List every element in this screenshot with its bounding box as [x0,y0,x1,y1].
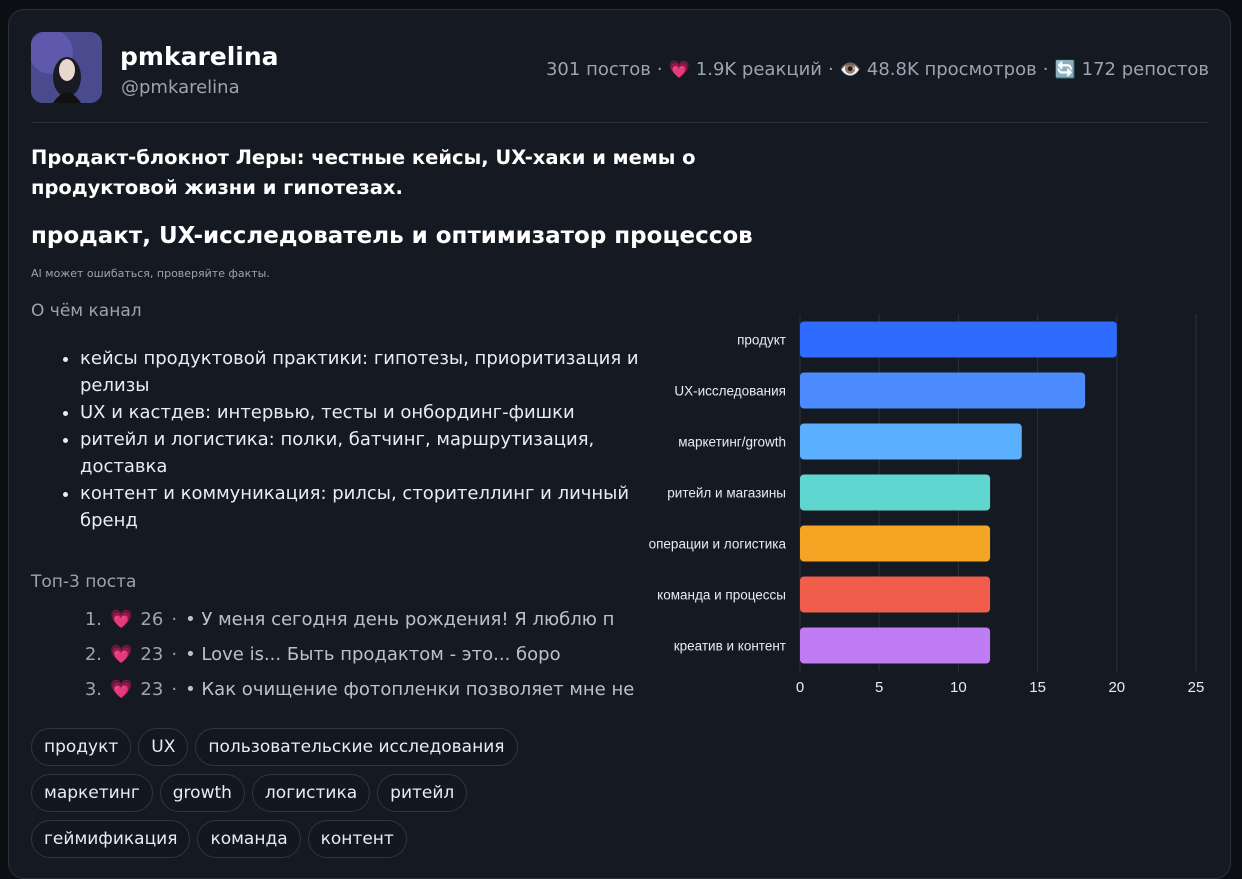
y-category-label: продукт [737,333,786,348]
chart-bar [800,525,991,562]
post-likes: 23 [140,644,164,665]
top-post-item[interactable]: 2. 💗 23 · • Love is... Быть продактом - … [80,640,634,675]
about-item: контент и коммуникация: рилсы, сторителл… [80,480,640,534]
stats-separator: · [171,644,178,665]
post-link[interactable]: • У меня сегодня день рождения! Я люблю … [185,605,614,640]
channel-avatar[interactable] [31,32,102,103]
repost-icon: 🔄 [1054,59,1076,80]
y-category-label: маркетинг/growth [678,435,786,450]
views-count: 48.8K просмотров [866,59,1037,80]
tag-chip[interactable]: геймификация [31,820,191,858]
post-link[interactable]: • Love is... Быть продактом - это... бор… [185,640,561,675]
tag-chip[interactable]: маркетинг [31,774,153,812]
tag-list: продукт UX пользовательские исследования… [31,728,611,858]
channel-stats: 301 постов · 💗 1.9K реакций · 👁️ 48.8K п… [546,59,1209,80]
x-tick-label: 5 [875,679,883,696]
stats-separator: · [171,609,178,630]
y-category-label: команда и процессы [657,588,786,603]
header-divider [31,122,1209,123]
tag-chip[interactable]: ритейл [377,774,468,812]
post-link[interactable]: • Как очищение фотопленки позволяет мне … [185,675,634,710]
stats-separator: · [1042,59,1049,80]
tag-chip[interactable]: UX [138,728,189,766]
channel-subtitle: продакт, UX-исследователь и оптимизатор … [31,223,753,249]
chart-bar [800,627,991,664]
post-rank: 2. [84,644,102,665]
heart-icon: 💗 [110,609,133,630]
chart-bar [800,576,991,613]
channel-description: Продакт-блокнот Леры: честные кейсы, UX-… [31,146,696,199]
y-category-label: ритейл и магазины [667,486,786,501]
avatar-image [31,32,102,103]
post-rank: 3. [84,679,102,700]
chart-bar [800,423,1022,460]
reactions-count: 1.9K реакций [695,59,822,80]
chart-bar [800,321,1117,358]
about-item: ритейл и логистика: полки, батчинг, марш… [80,426,640,480]
y-category-label: креатив и контент [674,639,786,654]
about-list: кейсы продуктовой практики: гипотезы, пр… [52,345,640,534]
stats-separator: · [171,679,178,700]
x-tick-label: 20 [1108,679,1125,696]
chart-bar [800,474,991,511]
top-post-item[interactable]: 1. 💗 26 · • У меня сегодня день рождения… [80,605,634,640]
tag-chip[interactable]: логистика [251,774,371,812]
tag-chip[interactable]: команда [197,820,301,858]
stats-separator: · [656,59,663,80]
top-posts-list: 1. 💗 26 · • У меня сегодня день рождения… [80,605,635,710]
top-post-item[interactable]: 3. 💗 23 · • Как очищение фотопленки позв… [80,675,635,710]
heart-icon: 💗 [110,644,133,665]
reposts-count: 172 репостов [1081,59,1209,80]
top-posts-title: Топ-3 поста [31,572,137,592]
chart-bar [800,372,1086,409]
channel-handle[interactable]: @pmkarelina [121,77,240,98]
x-tick-label: 25 [1188,679,1205,696]
about-item: кейсы продуктовой практики: гипотезы, пр… [80,345,640,399]
y-category-label: UX-исследования [674,384,786,399]
posts-count: 301 постов [545,59,651,80]
y-category-label: операции и логистика [649,537,787,552]
topic-bar-chart: 0 5 10 15 20 25 продукт UX-исследования маркетин… [649,314,1205,696]
ai-disclaimer: AI может ошибаться, проверяйте факты. [31,267,270,280]
heart-icon: 💗 [110,679,133,700]
about-title: О чём канал [31,301,142,321]
post-rank: 1. [84,609,102,630]
x-tick-label: 15 [1029,679,1046,696]
tag-chip[interactable]: контент [307,820,407,858]
x-tick-label: 0 [796,679,804,696]
post-likes: 26 [140,609,164,630]
eye-icon: 👁️ [839,59,861,80]
tag-chip[interactable]: продукт [31,728,132,766]
x-tick-label: 10 [950,679,967,696]
heart-icon: 💗 [668,59,690,80]
tag-chip[interactable]: пользовательские исследования [195,728,518,766]
tag-chip[interactable]: growth [159,774,245,812]
stats-separator: · [827,59,834,80]
channel-name[interactable]: pmkarelina [120,42,279,71]
post-likes: 23 [140,679,164,700]
about-item: UX и кастдев: интервью, тесты и онбордин… [80,399,640,426]
